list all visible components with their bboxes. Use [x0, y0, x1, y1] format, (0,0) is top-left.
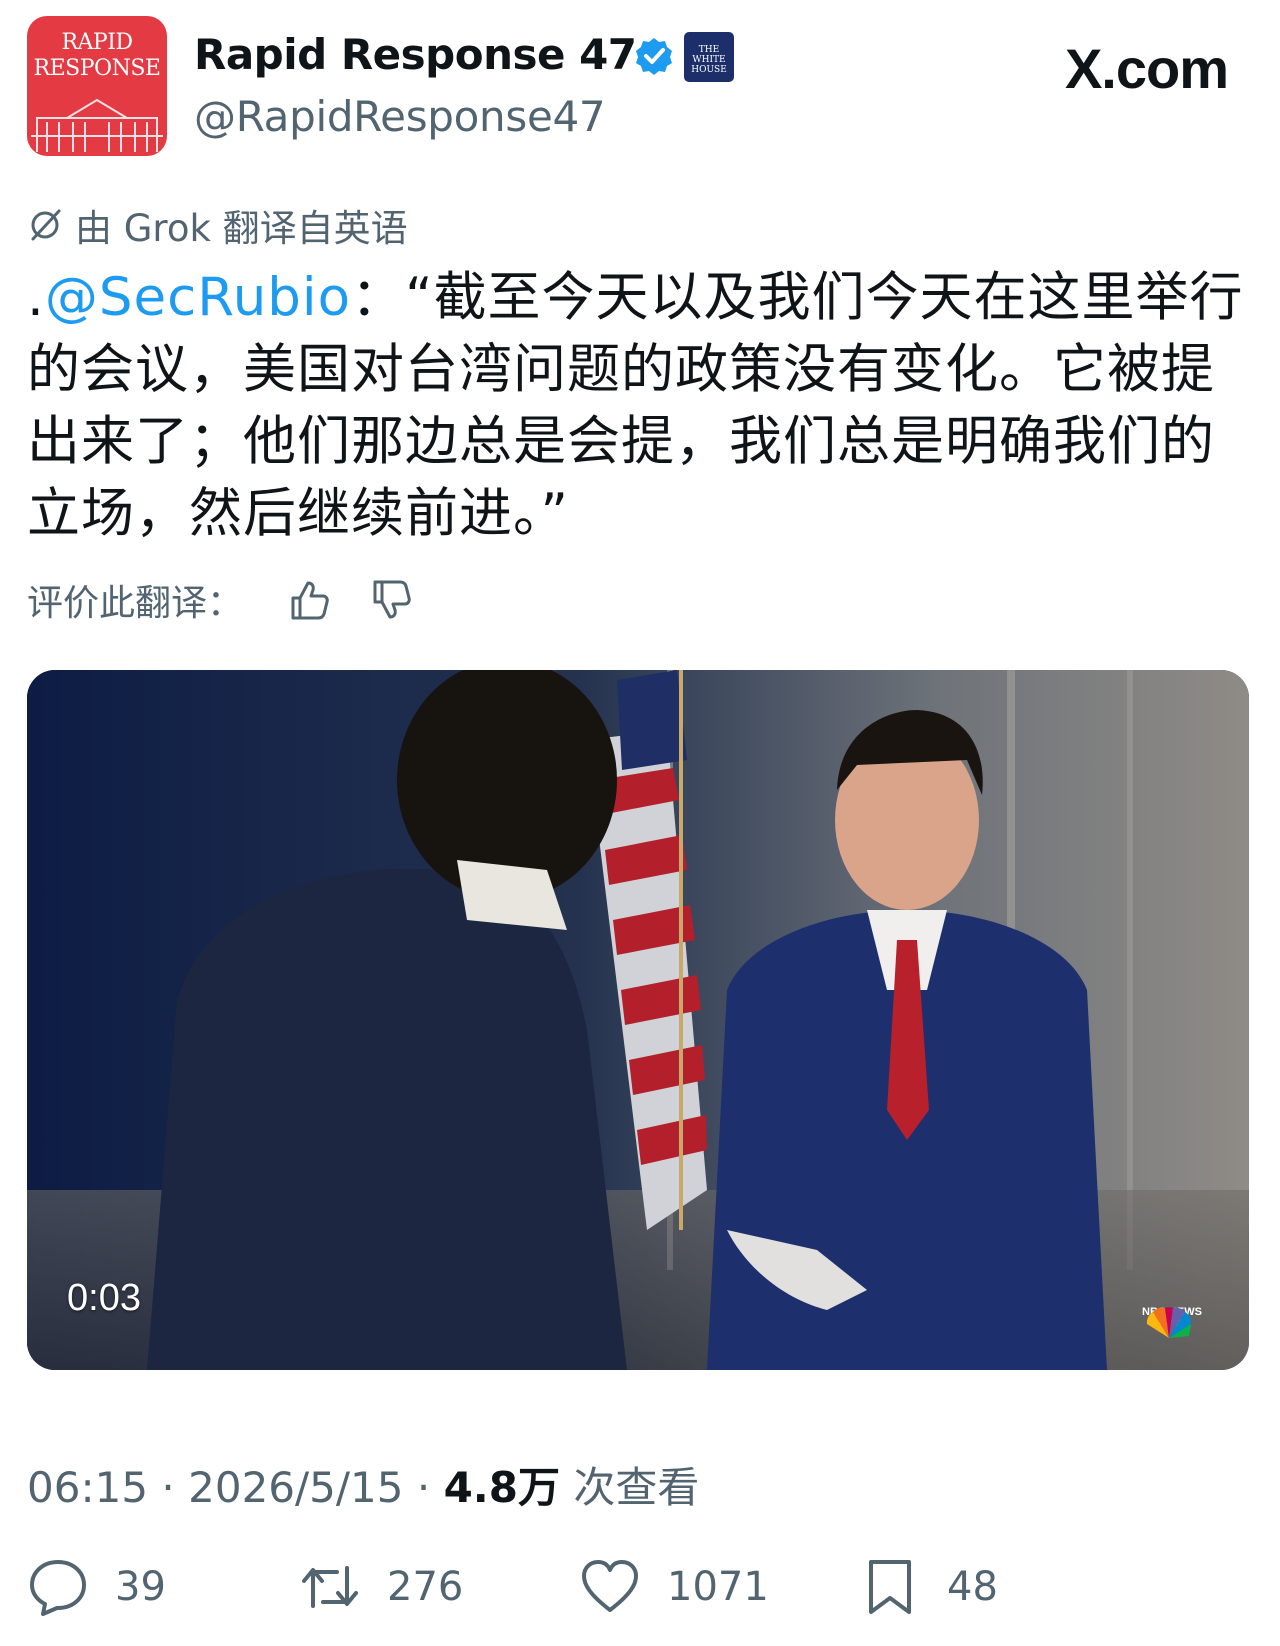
- thumbs-up-icon[interactable]: [287, 578, 331, 622]
- bookmark-button[interactable]: 48: [859, 1556, 998, 1618]
- avatar-logo-text: RAPID RESPONSE: [33, 30, 161, 81]
- rate-label: 评价此翻译：: [27, 583, 244, 624]
- rate-translation: 评价此翻译：: [27, 574, 413, 626]
- site-logo: X.com: [1064, 37, 1229, 100]
- bookmark-count: 48: [947, 1564, 998, 1610]
- views-count: 4.8万: [443, 1463, 560, 1512]
- repost-count: 276: [387, 1564, 464, 1610]
- like-count: 1071: [667, 1564, 769, 1610]
- tweet-date[interactable]: 2026/5/15: [188, 1463, 403, 1512]
- grok-icon: [31, 209, 61, 241]
- verified-check-icon: [636, 38, 672, 75]
- bookmark-icon: [869, 1560, 911, 1614]
- white-house-drawing: [31, 98, 163, 152]
- heart-icon: [582, 1560, 638, 1612]
- repost-icon: [302, 1566, 358, 1608]
- tweet-time[interactable]: 06:15: [27, 1463, 148, 1512]
- display-name[interactable]: Rapid Response 47: [194, 30, 637, 79]
- translation-note-text: 由 Grok 翻译自英语: [75, 207, 408, 250]
- reply-icon: [30, 1560, 86, 1616]
- views-label: 次查看: [573, 1463, 700, 1512]
- thumbs-down-icon[interactable]: [369, 578, 413, 622]
- tweet-prefix: .: [27, 267, 45, 328]
- mention-link[interactable]: @SecRubio: [45, 267, 351, 328]
- avatar[interactable]: RAPID RESPONSE: [27, 16, 167, 156]
- video-timecode: 0:03: [67, 1277, 141, 1319]
- action-bar: 39 276 1071 48: [27, 1556, 1227, 1626]
- video-frame: [27, 670, 1249, 1370]
- video-watermark: NBC NEWS NOW: [1139, 1306, 1205, 1338]
- meta-separator: ·: [416, 1463, 431, 1512]
- tweet-meta: 06:15 · 2026/5/15 · 4.8万 次查看: [27, 1454, 699, 1515]
- repost-button[interactable]: 276: [299, 1556, 463, 1618]
- like-button[interactable]: 1071: [579, 1556, 769, 1618]
- translation-note: 由 Grok 翻译自英语: [27, 198, 408, 252]
- account-handle[interactable]: @RapidResponse47: [194, 92, 606, 141]
- meta-separator: ·: [161, 1463, 175, 1512]
- peacock-logo-icon: [1146, 1307, 1192, 1338]
- reply-count: 39: [115, 1564, 166, 1610]
- affiliation-badge[interactable]: THE WHITE HOUSE: [684, 32, 734, 82]
- video-player[interactable]: 0:03 NBC NEWS NOW: [27, 670, 1249, 1370]
- tweet-text: .@SecRubio：“截至今天以及我们今天在这里举行的会议，美国对台湾问题的政…: [27, 262, 1247, 550]
- reply-button[interactable]: 39: [27, 1556, 166, 1618]
